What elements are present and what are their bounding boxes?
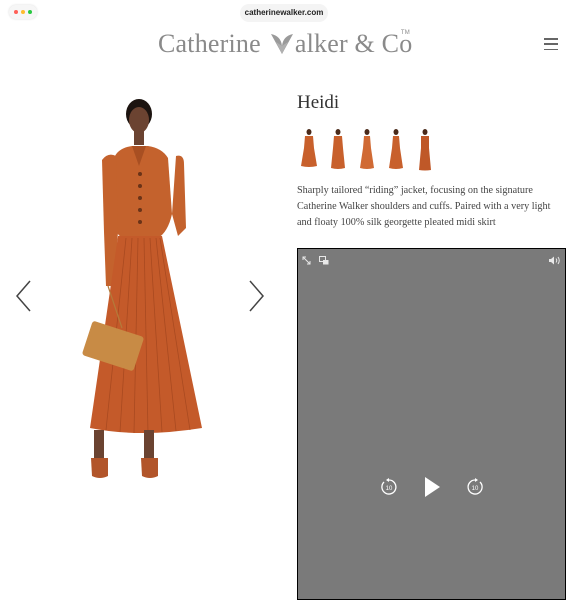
video-player[interactable]: 10 10	[297, 248, 566, 600]
thumbnail-4[interactable]	[387, 128, 405, 172]
thumbnail-1[interactable]	[300, 128, 318, 172]
product-title: Heidi	[297, 92, 340, 113]
minimize-dot[interactable]	[21, 10, 25, 14]
thumbnail-5[interactable]	[416, 128, 434, 172]
thumbnail-2[interactable]	[329, 128, 347, 172]
window-controls[interactable]	[9, 5, 37, 19]
address-bar[interactable]: catherinewalker.com	[240, 4, 328, 22]
product-description: Sharply tailored “riding” jacket, focusi…	[297, 185, 551, 228]
brand-name-left: Catherine	[158, 29, 261, 58]
zoom-dot[interactable]	[28, 10, 32, 14]
skip-forward-label: 10	[472, 486, 479, 492]
brand-logo[interactable]: Catherine alker & Co TM	[158, 28, 414, 60]
hamburger-icon[interactable]	[544, 38, 558, 50]
skip-forward-icon[interactable]: 10	[466, 478, 484, 501]
trademark: TM	[400, 30, 410, 36]
thumbnail-3[interactable]	[358, 128, 376, 172]
play-icon[interactable]	[423, 476, 441, 503]
skip-back-label: 10	[386, 486, 393, 492]
product-main-image[interactable]	[78, 96, 218, 486]
close-dot[interactable]	[14, 10, 18, 14]
chevron-left-icon[interactable]	[14, 278, 34, 314]
chevron-right-icon[interactable]	[246, 278, 266, 314]
expand-icon[interactable]	[302, 252, 311, 270]
picture-in-picture-icon[interactable]	[319, 252, 329, 270]
thumbnail-strip	[300, 128, 434, 172]
butterfly-w-icon	[269, 32, 295, 56]
skip-back-icon[interactable]: 10	[380, 478, 398, 501]
volume-icon[interactable]	[549, 252, 561, 270]
brand-name-right: alker & Co	[294, 29, 413, 58]
